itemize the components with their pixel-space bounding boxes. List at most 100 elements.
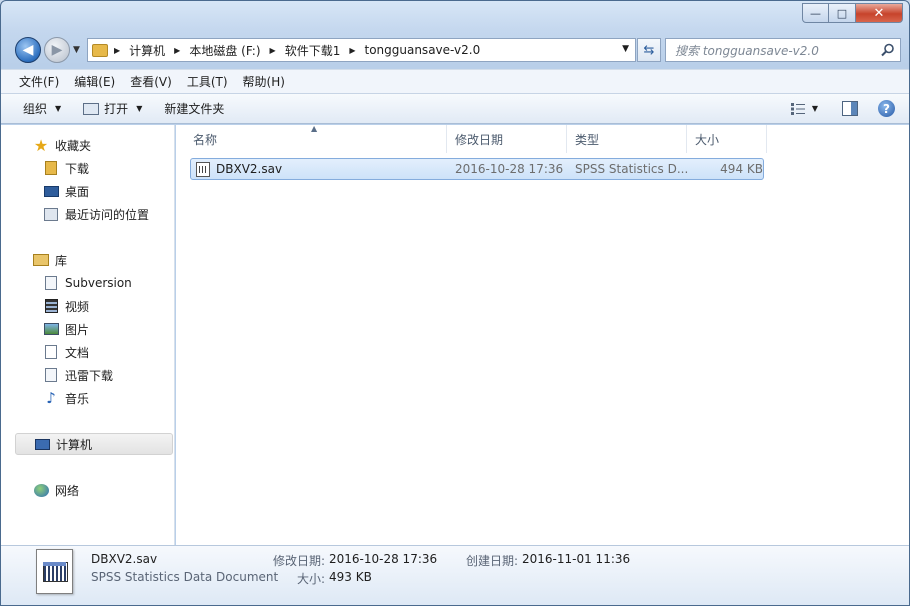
menu-file[interactable]: 文件(F) [19,73,59,90]
folder-icon [92,43,108,57]
refresh-button[interactable]: ⇆ [637,38,661,62]
sidebar-item-videos[interactable]: 视频 [1,295,175,317]
maximize-button[interactable]: □ [829,3,856,23]
sidebar-label: 文档 [65,345,90,360]
sidebar-label: 计算机 [56,437,93,452]
organize-button[interactable]: 组织 ▼ [23,100,61,117]
recent-pages-dropdown[interactable]: ▼ [73,45,80,55]
help-icon[interactable]: ? [878,100,895,117]
breadcrumb-arrow-icon[interactable]: ▶ [270,46,276,55]
file-row[interactable]: DBXV2.sav 2016-10-28 17:36 SPSS Statisti… [190,158,764,180]
new-folder-button[interactable]: 新建文件夹 [164,100,224,117]
search-placeholder: 搜索 tongguansave-v2.0 [675,43,819,58]
sidebar-label: 迅雷下载 [65,368,114,383]
star-icon: ★ [33,135,49,155]
open-label: 打开 [104,102,129,116]
sidebar-item-computer[interactable]: 计算机 [15,433,173,455]
network-icon [33,482,49,498]
library-document-icon [43,367,59,383]
document-icon [43,344,59,360]
breadcrumb-current-folder[interactable]: tongguansave-v2.0 [364,43,480,57]
column-label: 类型 [575,132,600,147]
details-file-name: DBXV2.sav [91,552,158,566]
picture-icon [43,321,59,337]
menu-bar: 文件(F) 编辑(E) 查看(V) 工具(T) 帮助(H) [1,69,909,93]
details-modified-label: 修改日期: [273,554,326,568]
column-name[interactable]: ▲ 名称 [176,124,447,153]
library-document-icon [43,275,59,291]
chevron-down-icon: ▼ [136,104,143,113]
menu-tools[interactable]: 工具(T) [187,73,228,90]
library-icon [33,252,49,268]
address-bar[interactable]: ▶ 计算机 ▶ 本地磁盘 (F:) ▶ 软件下载1 ▶ tongguansave… [87,38,636,62]
breadcrumb-downloads[interactable]: 软件下载1 [285,42,341,59]
details-size-value: 493 KB [329,570,372,584]
address-dropdown-icon[interactable]: ▼ [622,44,629,54]
sidebar-item-libraries[interactable]: 库 [1,249,175,271]
sidebar-label: 收藏夹 [55,138,92,153]
breadcrumb-arrow-icon[interactable]: ▶ [349,46,355,55]
view-controls: ▼ ? [790,100,895,117]
close-button[interactable]: ✕ [856,3,903,23]
navigation-row: ◀ ▶ ▼ ▶ 计算机 ▶ 本地磁盘 (F:) ▶ 软件下载1 ▶ tonggu… [15,37,901,65]
sidebar-label: 视频 [65,299,90,314]
view-dropdown-icon[interactable]: ▼ [812,104,818,113]
column-modified[interactable]: 修改日期 [447,125,567,153]
menu-view[interactable]: 查看(V) [130,73,172,90]
back-button[interactable]: ◀ [15,37,41,63]
column-size[interactable]: 大小 [687,125,767,153]
breadcrumb-arrow-icon[interactable]: ▶ [174,46,180,55]
sidebar-label: 库 [55,253,68,268]
forward-arrow-icon: ▶ [51,42,63,58]
forward-button[interactable]: ▶ [44,37,70,63]
breadcrumb-drive[interactable]: 本地磁盘 (F:) [189,42,260,59]
menu-edit[interactable]: 编辑(E) [74,73,115,90]
computer-icon [34,436,50,452]
sidebar-item-music[interactable]: ♪ 音乐 [1,387,175,409]
sidebar-item-recent-places[interactable]: 最近访问的位置 [1,203,175,225]
search-input[interactable]: 搜索 tongguansave-v2.0 [665,38,901,62]
open-button[interactable]: 打开 ▼ [83,100,142,117]
sidebar-label: Subversion [65,276,132,290]
sidebar-item-thunder-downloads[interactable]: 迅雷下载 [1,364,175,386]
new-folder-label: 新建文件夹 [164,102,225,116]
download-folder-icon [43,160,59,176]
music-note-icon: ♪ [46,389,56,407]
breadcrumb-arrow-icon[interactable]: ▶ [114,46,120,55]
navigation-pane: ★ 收藏夹 下载 桌面 最近访问的位置 库 Subversion 视频 图片 文… [1,125,175,545]
details-modified-value: 2016-10-28 17:36 [329,552,438,566]
sidebar-item-subversion[interactable]: Subversion [1,272,175,294]
sidebar-label: 图片 [65,322,90,337]
view-options-icon[interactable] [790,102,806,116]
sidebar-item-desktop[interactable]: 桌面 [1,180,175,202]
column-label: 名称 [193,132,218,147]
spss-file-icon [196,161,210,177]
sidebar-item-pictures[interactable]: 图片 [1,318,175,340]
column-type[interactable]: 类型 [567,125,687,153]
refresh-icon: ⇆ [643,42,655,58]
chevron-down-icon: ▼ [55,104,62,113]
caption-buttons: — □ ✕ [802,3,903,23]
sidebar-item-documents[interactable]: 文档 [1,341,175,363]
sidebar-item-favorites[interactable]: ★ 收藏夹 [1,134,175,156]
details-pane: DBXV2.sav SPSS Statistics Data Document … [1,545,909,605]
video-icon [43,298,59,314]
file-modified: 2016-10-28 17:36 [455,162,564,176]
minimize-button[interactable]: — [802,3,829,23]
back-arrow-icon: ◀ [22,42,34,58]
details-file-type: SPSS Statistics Data Document [91,570,279,584]
sidebar-item-network[interactable]: 网络 [1,479,175,501]
menu-help[interactable]: 帮助(H) [243,73,285,90]
search-icon[interactable] [881,43,895,57]
file-name: DBXV2.sav [216,162,283,176]
sort-ascending-icon: ▲ [311,124,318,133]
breadcrumb-computer[interactable]: 计算机 [129,42,165,59]
open-icon [83,102,100,115]
preview-pane-icon[interactable] [842,101,858,116]
sidebar-label: 桌面 [65,184,90,199]
spss-file-large-icon [36,549,73,594]
sidebar-item-downloads[interactable]: 下载 [1,157,175,179]
sidebar-label: 最近访问的位置 [65,207,150,222]
organize-label: 组织 [23,102,48,116]
column-label: 大小 [695,132,720,147]
